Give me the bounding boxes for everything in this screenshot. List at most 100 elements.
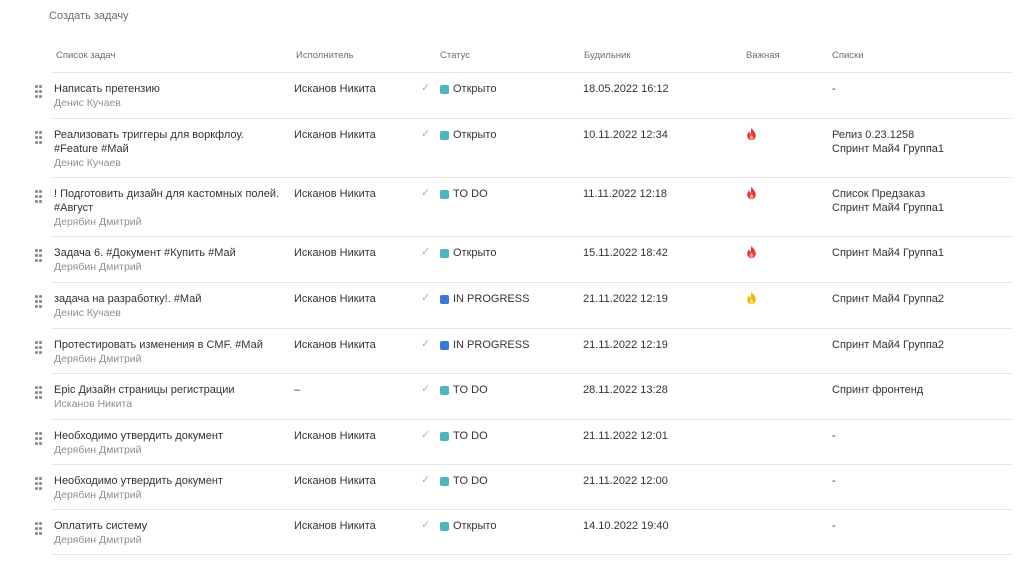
table-row[interactable]: Задача 6. #Документ #Купить #Май Дерябин … (35, 237, 1012, 283)
column-header-assignee[interactable]: Исполнитель (296, 50, 354, 61)
task-title[interactable]: ! Подготовить дизайн для кастомных полей… (54, 187, 288, 229)
task-lists[interactable]: Спринт Май4 Группа2 (832, 292, 944, 306)
column-header-task-list[interactable]: Список задач (56, 50, 115, 61)
task-assignee[interactable]: Исканов Никита (294, 187, 376, 201)
task-lists[interactable]: Спринт Май4 Группа2 (832, 338, 944, 352)
table-row[interactable]: Протестировать изменения в CMF. #Май Деря… (35, 329, 1012, 374)
task-title-text[interactable]: Задача 6. #Документ #Купить #Май (54, 247, 236, 259)
task-lists[interactable]: - (832, 429, 836, 443)
task-alarm[interactable]: 21.11.2022 12:01 (583, 429, 668, 443)
task-lists[interactable]: Релиз 0.23.1258 Спринт Май4 Группа1 (832, 128, 944, 156)
drag-handle-icon[interactable] (35, 295, 43, 309)
task-lists[interactable]: Список Предзаказ Спринт Май4 Группа1 (832, 187, 944, 215)
drag-handle-icon[interactable] (35, 432, 43, 446)
task-assignee[interactable]: Исканов Никита (294, 128, 376, 142)
task-alarm[interactable]: 14.10.2022 19:40 (583, 519, 669, 533)
task-status[interactable]: TO DO (440, 187, 488, 201)
column-header-important[interactable]: Важная (746, 50, 780, 61)
task-title-text[interactable]: Необходимо утвердить документ (54, 475, 223, 487)
task-status[interactable]: TO DO (440, 383, 488, 397)
checkmark-icon[interactable]: ✓ (421, 382, 430, 396)
table-row[interactable]: Необходимо утвердить документ Дерябин Дми… (35, 465, 1012, 510)
task-status[interactable]: TO DO (440, 429, 488, 443)
drag-handle-icon[interactable] (35, 386, 43, 400)
task-title-text[interactable]: Написать претензию (54, 83, 160, 95)
fire-icon[interactable] (746, 186, 757, 204)
task-status[interactable]: Открыто (440, 82, 496, 96)
task-assignee[interactable]: Исканов Никита (294, 246, 376, 260)
checkmark-icon[interactable]: ✓ (421, 428, 430, 442)
checkmark-icon[interactable]: ✓ (421, 291, 430, 305)
task-title[interactable]: Epic Дизайн страницы регистрации Исканов … (54, 383, 288, 411)
task-status[interactable]: IN PROGRESS (440, 338, 529, 352)
task-title[interactable]: Оплатить систему Дерябин Дмитрий (54, 519, 288, 547)
task-alarm[interactable]: 10.11.2022 12:34 (583, 128, 668, 142)
task-title[interactable]: Реализовать триггеры для воркфлоу. #Feat… (54, 128, 288, 170)
task-title-text[interactable]: Оплатить систему (54, 520, 147, 532)
task-assignee[interactable]: Исканов Никита (294, 519, 376, 533)
table-row[interactable]: Реализовать триггеры для воркфлоу. #Feat… (35, 119, 1012, 178)
checkmark-icon[interactable]: ✓ (421, 81, 430, 95)
drag-handle-icon[interactable] (35, 522, 43, 536)
task-assignee[interactable]: Исканов Никита (294, 338, 376, 352)
table-row[interactable]: Epic Дизайн страницы регистрации Исканов … (35, 374, 1012, 420)
task-lists[interactable]: - (832, 519, 836, 533)
column-header-status[interactable]: Статус (440, 50, 470, 61)
drag-handle-icon[interactable] (35, 85, 43, 99)
task-title[interactable]: задача на разработку!. #Май Денис Кучаев (54, 292, 288, 320)
task-status[interactable]: Открыто (440, 128, 496, 142)
task-alarm[interactable]: 28.11.2022 13:28 (583, 383, 668, 397)
task-assignee[interactable]: Исканов Никита (294, 82, 376, 96)
fire-icon[interactable] (746, 127, 757, 145)
task-alarm[interactable]: 21.11.2022 12:19 (583, 338, 668, 352)
fire-icon[interactable] (746, 291, 757, 309)
task-title-text[interactable]: ! Подготовить дизайн для кастомных полей… (54, 188, 279, 214)
checkmark-icon[interactable]: ✓ (421, 518, 430, 532)
task-lists[interactable]: Спринт Май4 Группа1 (832, 246, 944, 260)
task-title[interactable]: Написать претензию Денис Кучаев (54, 82, 288, 110)
checkmark-icon[interactable]: ✓ (421, 186, 430, 200)
table-row[interactable]: задача на разработку!. #Май Денис Кучаев И… (35, 283, 1012, 329)
task-title-text[interactable]: задача на разработку!. #Май (54, 293, 202, 305)
task-title-text[interactable]: Протестировать изменения в CMF. #Май (54, 339, 263, 351)
drag-handle-icon[interactable] (35, 190, 43, 204)
checkmark-icon[interactable]: ✓ (421, 473, 430, 487)
drag-handle-icon[interactable] (35, 477, 43, 491)
task-title-text[interactable]: Реализовать триггеры для воркфлоу. #Feat… (54, 129, 244, 155)
task-assignee[interactable]: – (294, 383, 300, 397)
fire-icon[interactable] (746, 245, 757, 263)
task-lists[interactable]: Спринт фронтенд (832, 383, 923, 397)
task-lists[interactable]: - (832, 82, 836, 96)
task-alarm[interactable]: 21.11.2022 12:00 (583, 474, 668, 488)
task-title[interactable]: Задача 6. #Документ #Купить #Май Дерябин … (54, 246, 288, 274)
task-alarm[interactable]: 21.11.2022 12:19 (583, 292, 668, 306)
task-status[interactable]: Открыто (440, 519, 496, 533)
task-status[interactable]: TO DO (440, 474, 488, 488)
create-task-button[interactable]: Создать задачу (49, 10, 129, 22)
checkmark-icon[interactable]: ✓ (421, 127, 430, 141)
table-row[interactable]: Необходимо утвердить документ Дерябин Дми… (35, 420, 1012, 465)
task-status[interactable]: IN PROGRESS (440, 292, 529, 306)
drag-handle-icon[interactable] (35, 131, 43, 145)
task-title-text[interactable]: Epic Дизайн страницы регистрации (54, 384, 235, 396)
table-row[interactable]: Написать претензию Денис Кучаев Исканов Ни… (35, 73, 1012, 119)
task-alarm[interactable]: 11.11.2022 12:18 (583, 187, 667, 201)
table-row[interactable]: Оплатить систему Дерябин Дмитрий Исканов Н… (35, 510, 1012, 555)
task-lists[interactable]: - (832, 474, 836, 488)
task-title[interactable]: Протестировать изменения в CMF. #Май Деря… (54, 338, 288, 366)
checkmark-icon[interactable]: ✓ (421, 337, 430, 351)
task-title[interactable]: Необходимо утвердить документ Дерябин Дми… (54, 429, 288, 457)
task-alarm[interactable]: 15.11.2022 18:42 (583, 246, 668, 260)
checkmark-icon[interactable]: ✓ (421, 245, 430, 259)
task-alarm[interactable]: 18.05.2022 16:12 (583, 82, 669, 96)
drag-handle-icon[interactable] (35, 341, 43, 355)
task-title-text[interactable]: Необходимо утвердить документ (54, 430, 223, 442)
task-assignee[interactable]: Исканов Никита (294, 429, 376, 443)
drag-handle-icon[interactable] (35, 249, 43, 263)
task-assignee[interactable]: Исканов Никита (294, 292, 376, 306)
column-header-alarm[interactable]: Будильник (584, 50, 631, 61)
task-assignee[interactable]: Исканов Никита (294, 474, 376, 488)
task-status[interactable]: Открыто (440, 246, 496, 260)
table-row[interactable]: ! Подготовить дизайн для кастомных полей… (35, 178, 1012, 237)
column-header-lists[interactable]: Списки (832, 50, 864, 61)
